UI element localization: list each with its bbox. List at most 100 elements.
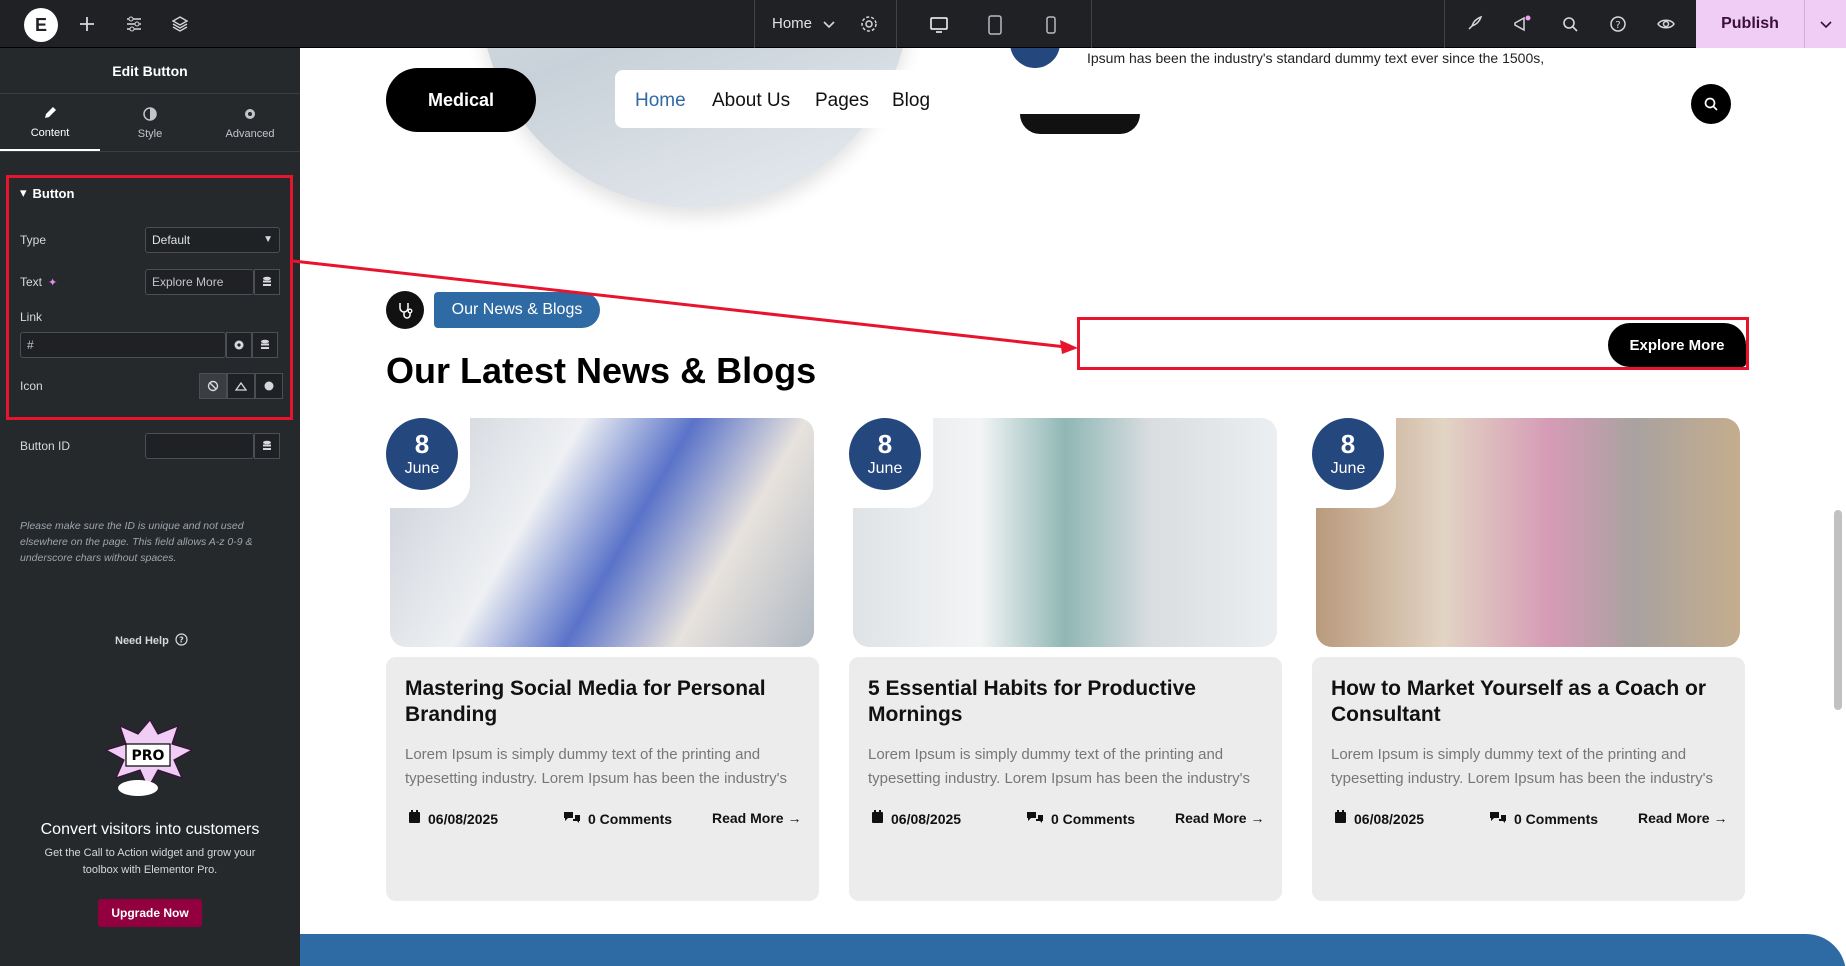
card-title[interactable]: 5 Essential Habits for Productive Mornin…	[868, 676, 1268, 728]
layers-icon[interactable]	[168, 12, 192, 36]
upload-icon-option-icon[interactable]	[227, 373, 255, 399]
card-title[interactable]: Mastering Social Media for Personal Bran…	[405, 676, 805, 728]
page-canvas: Ipsum has been the industry's standard d…	[300, 48, 1846, 966]
site-settings-icon[interactable]	[122, 12, 146, 36]
ai-sparkle-icon[interactable]: ✦	[48, 276, 57, 289]
card-excerpt: Lorem Ipsum is simply dummy text of the …	[1331, 746, 1713, 787]
button-id-input[interactable]	[145, 433, 254, 459]
type-select[interactable]: Default ▼	[145, 227, 280, 253]
read-more-link[interactable]: Read More →	[712, 810, 801, 826]
need-help-label: Need Help	[115, 635, 169, 647]
canvas-scrollbar[interactable]	[1834, 510, 1842, 710]
card-title[interactable]: How to Market Yourself as a Coach or Con…	[1331, 676, 1731, 728]
announcements-icon[interactable]	[1510, 12, 1534, 36]
date-badge: 8 June	[849, 418, 921, 490]
panel-tabs: Content Style Advanced	[0, 94, 300, 152]
tab-style[interactable]: Style	[100, 94, 200, 151]
chevron-down-icon[interactable]	[1804, 0, 1846, 48]
comments-icon	[1026, 810, 1044, 827]
card-comments[interactable]: 0 Comments	[563, 810, 672, 827]
publish-button[interactable]: Publish	[1696, 0, 1804, 48]
need-help-link[interactable]: Need Help ?	[115, 633, 188, 649]
elementor-logo-icon[interactable]: E	[24, 8, 58, 42]
date-day: 8	[414, 429, 430, 459]
caret-down-icon: ▾	[20, 185, 27, 200]
dynamic-tags-icon[interactable]	[254, 433, 280, 459]
calendar-icon	[1334, 810, 1347, 827]
page-selector[interactable]: Home	[772, 15, 812, 32]
no-icon-option-icon[interactable]	[199, 373, 227, 399]
card-date-text: 06/08/2025	[891, 810, 962, 827]
search-icon[interactable]	[1558, 12, 1582, 36]
stethoscope-icon	[386, 291, 424, 329]
hero-decor-circle	[1010, 48, 1060, 68]
nav-about-us[interactable]: About Us	[712, 90, 790, 112]
svg-text:PRO: PRO	[132, 748, 165, 764]
icon-label: Icon	[20, 379, 43, 393]
text-input[interactable]: Explore More	[145, 269, 254, 295]
nav-pages[interactable]: Pages	[815, 90, 869, 112]
read-more-link[interactable]: Read More →	[1175, 810, 1264, 826]
card-comments[interactable]: 0 Comments	[1026, 810, 1135, 827]
card-comments-text: 0 Comments	[1514, 810, 1599, 827]
tablet-view-icon[interactable]	[982, 12, 1008, 38]
date-month: June	[1330, 460, 1366, 477]
help-icon[interactable]: ?	[1606, 12, 1630, 36]
card-date: 06/08/2025	[1334, 810, 1424, 827]
button-id-label: Button ID	[20, 439, 71, 453]
editor-panel: Edit Button Content Style Advanced ▾ But…	[0, 48, 300, 966]
calendar-icon	[871, 810, 884, 827]
divider	[1091, 0, 1092, 48]
tab-content[interactable]: Content	[0, 94, 100, 151]
rocket-icon[interactable]	[1462, 12, 1486, 36]
card-date-text: 06/08/2025	[428, 810, 499, 827]
icon-library-option-icon[interactable]	[255, 373, 283, 399]
preview-eye-icon[interactable]	[1654, 12, 1678, 36]
upgrade-now-button[interactable]: Upgrade Now	[98, 899, 202, 927]
card-date-text: 06/08/2025	[1354, 810, 1425, 827]
card-comments-text: 0 Comments	[1051, 810, 1136, 827]
card-excerpt: Lorem Ipsum is simply dummy text of the …	[405, 746, 787, 787]
dynamic-tags-icon[interactable]	[252, 332, 278, 358]
type-value: Default	[152, 233, 191, 247]
section-title: Our Latest News & Blogs	[386, 350, 817, 391]
card-comments-text: 0 Comments	[588, 810, 673, 827]
date-badge: 8 June	[386, 418, 458, 490]
link-input[interactable]: #	[20, 332, 226, 358]
text-label: Text	[20, 275, 43, 289]
pencil-icon	[42, 105, 58, 121]
tab-label: Advanced	[225, 127, 275, 140]
section-toggle-button[interactable]: ▾ Button	[20, 185, 74, 201]
svg-text:?: ?	[1615, 20, 1620, 31]
hero-button[interactable]	[1020, 114, 1140, 134]
gear-icon	[242, 106, 258, 122]
footer-band	[300, 934, 1846, 966]
desktop-view-icon[interactable]	[912, 12, 966, 50]
dynamic-tags-icon[interactable]	[254, 269, 280, 295]
tab-advanced[interactable]: Advanced	[200, 94, 300, 151]
site-search-icon[interactable]	[1691, 84, 1731, 124]
section-title: Button	[32, 185, 75, 201]
nav-home[interactable]: Home	[635, 90, 686, 112]
text-label-row: Text ✦	[20, 275, 57, 289]
button-id-help-text: Please make sure the ID is unique and no…	[20, 520, 253, 564]
date-badge: 8 June	[1312, 418, 1384, 490]
section-badge: Our News & Blogs	[434, 292, 600, 328]
help-icon: ?	[175, 633, 188, 649]
panel-title: Edit Button	[0, 48, 300, 94]
link-options-gear-icon[interactable]	[226, 332, 252, 358]
explore-more-button[interactable]: Explore More	[1608, 323, 1746, 367]
promo-text: Get the Call to Action widget and grow y…	[44, 847, 256, 876]
read-more-link[interactable]: Read More →	[1638, 810, 1727, 826]
mobile-view-icon[interactable]	[1038, 12, 1064, 38]
page-settings-gear-icon[interactable]	[857, 12, 881, 36]
nav-blog[interactable]: Blog	[892, 90, 930, 112]
add-element-icon[interactable]	[75, 12, 99, 36]
comments-icon	[1489, 810, 1507, 827]
tab-label: Content	[30, 126, 70, 139]
card-date: 06/08/2025	[408, 810, 498, 827]
card-excerpt: Lorem Ipsum is simply dummy text of the …	[868, 746, 1250, 787]
chevron-down-icon[interactable]	[822, 12, 836, 39]
site-logo[interactable]: Medical	[386, 68, 536, 132]
card-comments[interactable]: 0 Comments	[1489, 810, 1598, 827]
